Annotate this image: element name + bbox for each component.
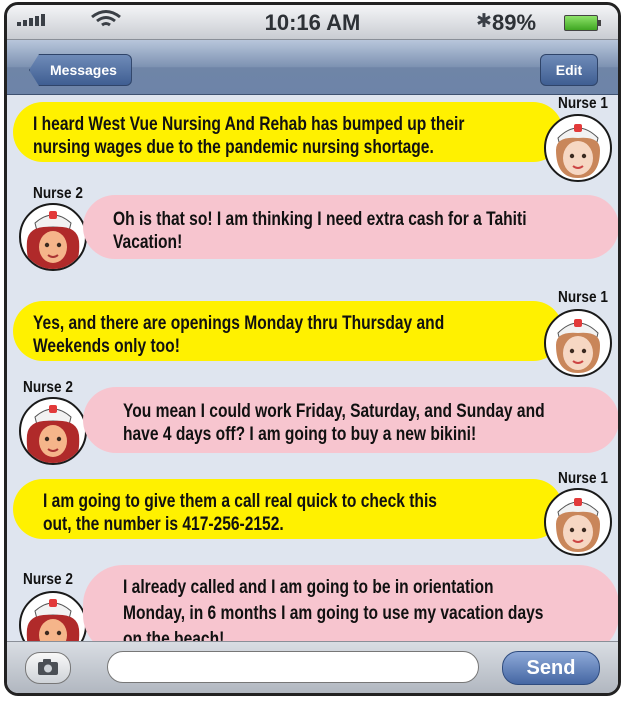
sender-label: Nurse 2	[23, 379, 73, 396]
conversation: I heard West Vue Nursing And Rehab has b…	[7, 95, 618, 659]
sender-label: Nurse 2	[23, 571, 73, 588]
phone-frame: 10:16 AM ✱ 89% Messages Edit I heard Wes…	[4, 2, 621, 696]
nurse-2-avatar	[19, 203, 87, 271]
message-line: Yes, and there are openings Monday thru …	[33, 313, 445, 334]
bluetooth-icon: ✱	[476, 10, 492, 32]
message-line: Monday, in 6 months I am going to use my…	[123, 603, 544, 624]
message-input[interactable]	[107, 651, 479, 683]
message-bubble: I am going to give them a call real quic…	[13, 479, 563, 539]
message-line: nursing wages due to the pandemic nursin…	[33, 137, 434, 158]
message-line: Vacation!	[113, 232, 183, 253]
sender-label: Nurse 1	[558, 289, 608, 306]
camera-button[interactable]	[25, 652, 71, 684]
message-bubble: I heard West Vue Nursing And Rehab has b…	[13, 102, 563, 162]
message-bubble: You mean I could work Friday, Saturday, …	[83, 387, 618, 453]
sender-label: Nurse 1	[558, 95, 608, 112]
message-line: Weekends only too!	[33, 336, 180, 357]
message-line: out, the number is 417-256-2152.	[43, 514, 284, 535]
sender-label: Nurse 1	[558, 470, 608, 487]
nurse-1-avatar	[544, 488, 612, 556]
message-line: I am going to give them a call real quic…	[43, 491, 437, 512]
message-line: I already called and I am going to be in…	[123, 577, 494, 598]
message-line: I heard West Vue Nursing And Rehab has b…	[33, 114, 465, 135]
battery-percent: 89%	[492, 10, 537, 35]
message-line: Oh is that so! I am thinking I need extr…	[113, 209, 527, 230]
edit-button[interactable]: Edit	[540, 54, 598, 86]
message-line: You mean I could work Friday, Saturday, …	[123, 401, 545, 422]
message-bubble: Yes, and there are openings Monday thru …	[13, 301, 563, 361]
nurse-2-avatar	[19, 397, 87, 465]
message-line: have 4 days off? I am going to buy a new…	[123, 424, 477, 445]
camera-icon	[38, 659, 58, 675]
battery-icon	[564, 15, 601, 31]
composer-bar: Send	[7, 641, 618, 693]
nurse-1-avatar	[544, 114, 612, 182]
nav-bar: Messages Edit	[7, 40, 618, 95]
nurse-1-avatar	[544, 309, 612, 377]
sender-label: Nurse 2	[33, 185, 83, 202]
status-bar: 10:16 AM ✱ 89%	[7, 5, 618, 40]
messages-back-button[interactable]: Messages	[29, 54, 132, 86]
message-bubble: Oh is that so! I am thinking I need extr…	[83, 195, 618, 259]
send-button[interactable]: Send	[502, 651, 600, 685]
